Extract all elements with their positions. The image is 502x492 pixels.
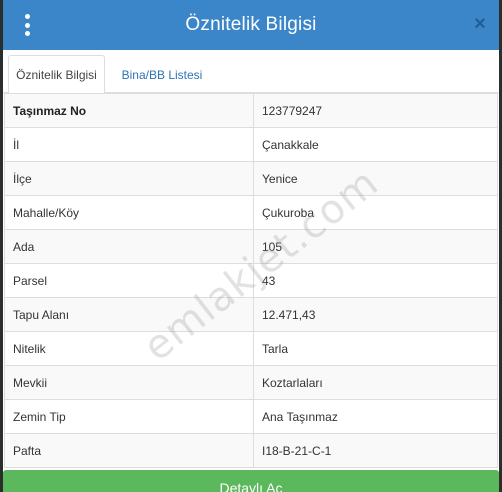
table-row: Taşınmaz No 123779247	[4, 93, 498, 128]
dialog-body: Öznitelik Bilgisi Bina/BB Listesi Taşınm…	[3, 50, 499, 492]
table-row: Ada 105	[4, 229, 498, 264]
row-value: 123779247	[253, 93, 498, 128]
row-key: Ada	[4, 229, 254, 264]
row-key: Tapu Alanı	[4, 297, 254, 332]
attribute-dialog: Öznitelik Bilgisi × Öznitelik Bilgisi Bi…	[0, 0, 502, 492]
dialog-title: Öznitelik Bilgisi	[185, 14, 317, 35]
row-value: Çukuroba	[253, 195, 498, 230]
detail-open-button[interactable]: Detaylı Aç	[3, 470, 499, 492]
row-value: 12.471,43	[253, 297, 498, 332]
close-icon[interactable]: ×	[471, 13, 489, 35]
row-value: I18-B-21-C-1	[253, 433, 498, 468]
table-row: Nitelik Tarla	[4, 331, 498, 366]
row-value: Çanakkale	[253, 127, 498, 162]
row-key: İl	[4, 127, 254, 162]
row-key: Zemin Tip	[4, 399, 254, 434]
tab-attribute-info[interactable]: Öznitelik Bilgisi	[8, 55, 105, 94]
table-row: Mevkii Koztarlaları	[4, 365, 498, 400]
row-key: Mahalle/Köy	[4, 195, 254, 230]
tab-building-list[interactable]: Bina/BB Listesi	[111, 55, 213, 94]
row-key: Mevkii	[4, 365, 254, 400]
row-key: Parsel	[4, 263, 254, 298]
row-key: Nitelik	[4, 331, 254, 366]
attribute-table: Taşınmaz No 123779247 İl Çanakkale İlçe …	[4, 93, 498, 468]
row-value: Tarla	[253, 331, 498, 366]
row-key: Taşınmaz No	[4, 93, 254, 128]
table-row: Mahalle/Köy Çukuroba	[4, 195, 498, 230]
menu-dots-icon[interactable]	[17, 14, 37, 36]
dialog-header: Öznitelik Bilgisi ×	[3, 0, 499, 50]
table-row: Tapu Alanı 12.471,43	[4, 297, 498, 332]
row-value: 105	[253, 229, 498, 264]
row-value: Ana Taşınmaz	[253, 399, 498, 434]
row-value: Koztarlaları	[253, 365, 498, 400]
table-row: İl Çanakkale	[4, 127, 498, 162]
table-row: Parsel 43	[4, 263, 498, 298]
table-row: Zemin Tip Ana Taşınmaz	[4, 399, 498, 434]
row-value: Yenice	[253, 161, 498, 196]
row-value: 43	[253, 263, 498, 298]
tab-bar: Öznitelik Bilgisi Bina/BB Listesi	[3, 50, 499, 94]
table-row: İlçe Yenice	[4, 161, 498, 196]
row-key: İlçe	[4, 161, 254, 196]
row-key: Pafta	[4, 433, 254, 468]
table-row: Pafta I18-B-21-C-1	[4, 433, 498, 468]
